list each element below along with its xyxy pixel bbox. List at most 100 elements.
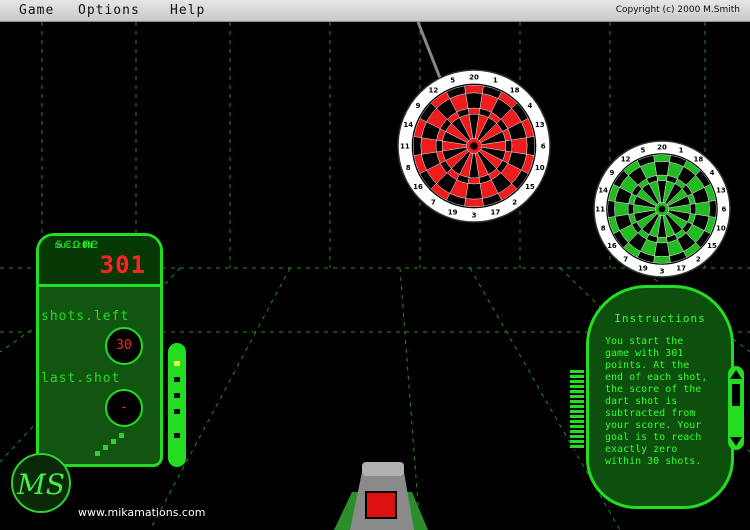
strip-notch <box>174 409 180 414</box>
board-number: 17 <box>490 208 500 216</box>
indicator-light <box>174 361 180 366</box>
board-number: 4 <box>710 169 715 177</box>
board-number: 19 <box>448 208 458 216</box>
music-label: music <box>55 241 83 251</box>
board-segment <box>526 136 536 156</box>
menu-options[interactable]: Options <box>78 3 140 18</box>
board-number: 1 <box>493 77 498 85</box>
board-number: 16 <box>413 183 423 191</box>
board-number: 12 <box>428 87 438 95</box>
last-shot-value: - <box>105 389 143 427</box>
board-number: 7 <box>431 198 436 206</box>
instructions-text: You start the game with 301 points. At t… <box>605 336 708 467</box>
board-number: 10 <box>716 225 726 233</box>
panel-body: shots.left 30 last.shot - <box>39 287 160 464</box>
board-number: 2 <box>696 256 701 264</box>
board-number: 10 <box>535 164 545 172</box>
board-number: 14 <box>598 186 608 194</box>
last-shot-label: last.shot <box>41 371 121 386</box>
board-number: 7 <box>623 256 628 264</box>
website-link[interactable]: www.mikamations.com <box>78 506 205 519</box>
bullseye <box>658 205 666 213</box>
board-segment <box>465 92 483 109</box>
board-number: 15 <box>707 242 717 250</box>
board-segment <box>607 200 616 218</box>
copyright-text: Copyright (c) 2000 M.Smith <box>615 5 740 15</box>
score-panel: score 301 shots.left 30 last.shot - <box>36 233 163 467</box>
strip-notch <box>174 377 180 382</box>
board-segment <box>464 198 484 208</box>
shots-left-label: shots.left <box>41 309 130 324</box>
board-number: 15 <box>525 183 535 191</box>
board-number: 3 <box>660 267 665 275</box>
board-segment <box>467 107 481 115</box>
board-number: 19 <box>638 264 648 272</box>
board-segment <box>653 255 671 264</box>
scroll-up-icon[interactable] <box>730 370 742 379</box>
menu-help[interactable]: Help <box>170 3 205 18</box>
board-number: 3 <box>472 212 477 220</box>
board-segment <box>614 201 629 217</box>
logo-text: MS <box>16 468 65 501</box>
board-number: 18 <box>693 155 703 163</box>
board-segment <box>465 183 483 200</box>
board-segment <box>511 137 528 155</box>
board-segment <box>435 139 443 153</box>
shots-left-value: 30 <box>105 327 143 365</box>
dart-gun <box>334 462 428 530</box>
dartboard-red[interactable]: 20 1 18 4 13 6 10 15 2 17 3 19 7 16 8 11 14 9 12 5 <box>397 69 551 223</box>
strip-notch <box>174 433 180 438</box>
game-window: Game Options Help Copyright (c) 2000 M.S… <box>0 0 750 530</box>
board-number: 20 <box>657 144 667 152</box>
board-number: 12 <box>621 155 631 163</box>
board-number: 5 <box>640 147 645 155</box>
bullseye <box>470 142 478 150</box>
board-number: 14 <box>403 121 413 129</box>
board-segment <box>412 136 422 156</box>
board-segment <box>464 84 484 94</box>
board-number: 5 <box>450 77 455 85</box>
board-number: 20 <box>469 73 479 81</box>
board-segment <box>656 174 668 182</box>
board-number: 9 <box>610 169 615 177</box>
scroll-down-icon[interactable] <box>730 437 742 446</box>
board-number: 6 <box>541 143 546 151</box>
strip-notch <box>174 393 180 398</box>
board-segment <box>505 139 513 153</box>
board-number: 13 <box>716 186 726 194</box>
board-segment <box>627 203 635 215</box>
board-segment <box>689 203 697 215</box>
instructions-panel: Instructions You start the game with 301… <box>586 285 734 509</box>
board-chain <box>416 22 442 79</box>
mikamations-logo-icon: MS <box>11 453 71 513</box>
scroll-thumb[interactable] <box>732 384 740 406</box>
board-number: 6 <box>721 206 726 214</box>
dartboard-green[interactable]: 20 1 18 4 13 6 10 15 2 17 3 19 7 16 8 11 14 9 12 5 <box>593 140 731 278</box>
board-segment <box>653 154 671 163</box>
board-number: 18 <box>510 87 520 95</box>
score-value: 301 <box>99 251 146 279</box>
board-number: 13 <box>535 121 545 129</box>
board-number: 1 <box>679 147 684 155</box>
board-number: 4 <box>528 102 533 110</box>
stairs-icon <box>95 433 124 456</box>
board-segment <box>695 201 710 217</box>
music-state: ON <box>82 241 93 251</box>
board-number: 9 <box>416 102 421 110</box>
menu-game[interactable]: Game <box>19 3 54 18</box>
board-number: 11 <box>595 206 605 214</box>
board-segment <box>708 200 717 218</box>
instructions-title: Instructions <box>614 312 706 325</box>
board-number: 11 <box>400 143 410 151</box>
board-number: 2 <box>512 198 517 206</box>
board-segment <box>654 242 670 257</box>
board-segment <box>420 137 437 155</box>
instructions-scrollbar[interactable] <box>728 366 744 450</box>
side-control-strip <box>168 343 186 467</box>
board-number: 8 <box>406 164 411 172</box>
music-toggle[interactable]: musicON <box>55 241 93 251</box>
board-number: 17 <box>676 264 686 272</box>
board-number: 16 <box>607 242 617 250</box>
board-segment <box>656 236 668 244</box>
board-number: 8 <box>601 225 606 233</box>
